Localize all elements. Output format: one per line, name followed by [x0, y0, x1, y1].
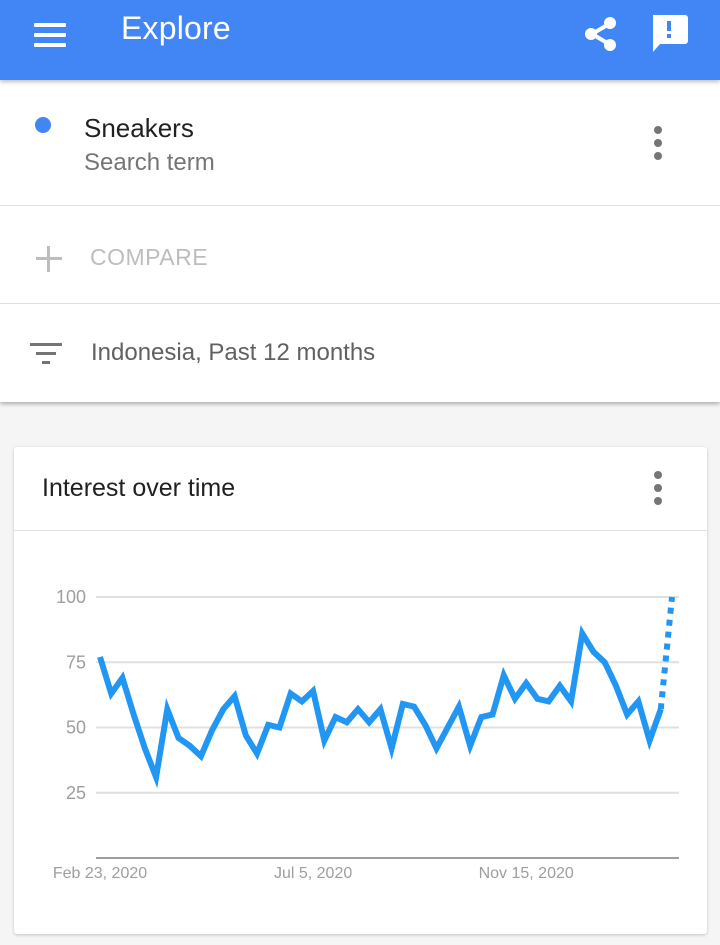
y-tick-label: 75	[66, 652, 86, 672]
search-term-row[interactable]: Sneakers Search term	[0, 80, 720, 206]
y-tick-label: 100	[56, 587, 86, 607]
series-line-partial	[657, 596, 675, 710]
hamburger-menu-icon[interactable]	[30, 20, 70, 50]
term-color-dot	[35, 117, 51, 133]
feedback-icon[interactable]	[645, 10, 691, 56]
line-chart: 25 50 75 100 Feb 23, 2020 Jul 5, 2020 Nov 15, …	[53, 587, 679, 882]
page-title: Explore	[121, 10, 231, 46]
app-bar: Explore	[0, 0, 720, 80]
term-more-options-icon[interactable]	[646, 124, 670, 164]
filter-row[interactable]: Indonesia, Past 12 months	[0, 304, 720, 402]
y-tick-label: 50	[66, 718, 86, 738]
filter-icon	[30, 343, 62, 367]
compare-button[interactable]: COMPARE	[0, 206, 720, 304]
x-tick-label: Nov 15, 2020	[479, 865, 574, 882]
x-tick-label: Jul 5, 2020	[274, 865, 352, 882]
search-term-type: Search term	[84, 149, 215, 176]
filter-label: Indonesia, Past 12 months	[91, 339, 376, 366]
share-icon[interactable]	[580, 12, 624, 56]
compare-label: COMPARE	[90, 244, 209, 270]
x-tick-label: Feb 23, 2020	[53, 865, 147, 882]
search-term-name: Sneakers	[84, 113, 194, 143]
add-icon	[36, 246, 62, 272]
interest-over-time-card: Interest over time 25 50 75 100 Feb 23, 2020…	[14, 447, 707, 934]
search-settings-card: Sneakers Search term COMPARE Indonesia, …	[0, 80, 720, 402]
y-tick-label: 25	[66, 783, 86, 803]
series-line-sneakers	[97, 625, 664, 789]
